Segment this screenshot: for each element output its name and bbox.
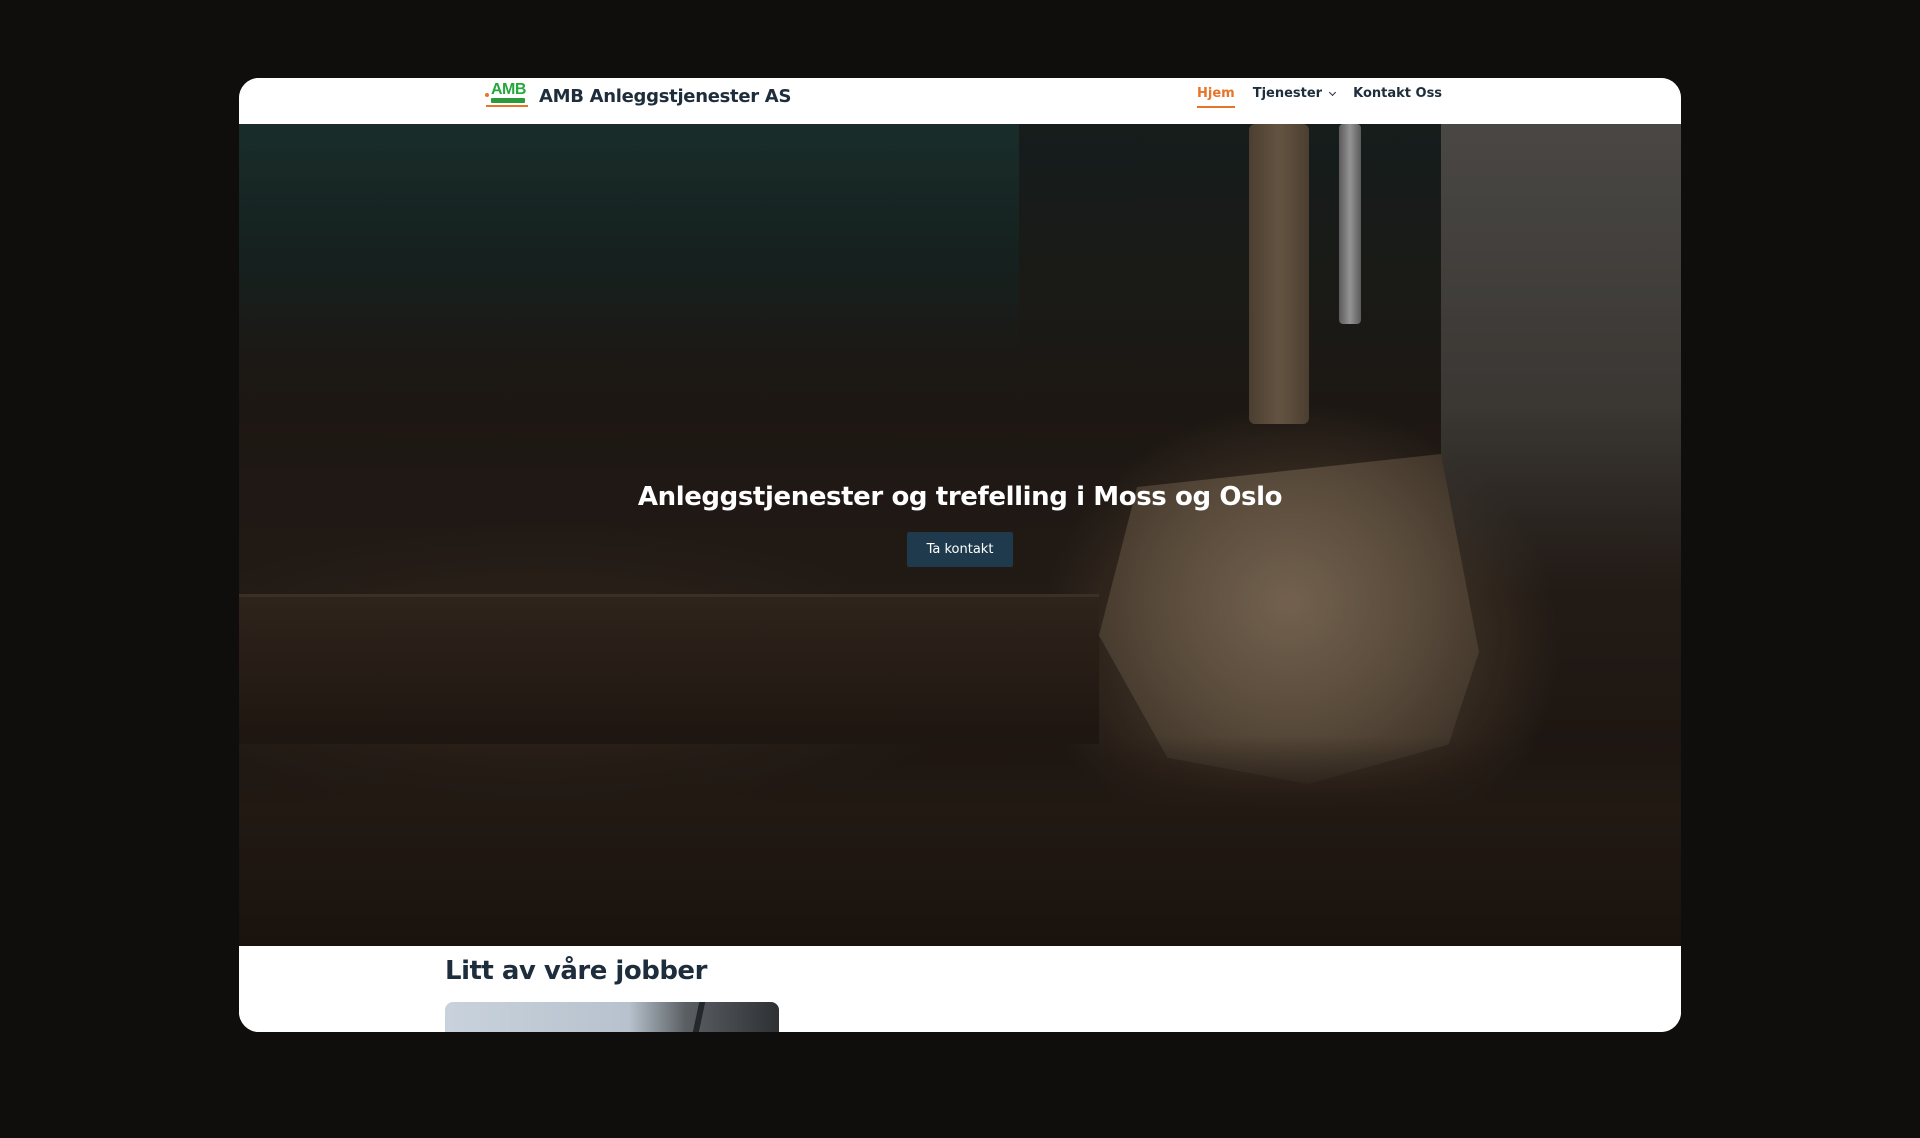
nav-item-home-label: Hjem bbox=[1197, 86, 1235, 101]
job-card-image[interactable] bbox=[445, 1002, 779, 1032]
brand[interactable]: AMB AMB Anleggstjenester AS bbox=[485, 81, 791, 111]
jobs-title: Litt av våre jobber bbox=[445, 956, 707, 986]
nav-item-services[interactable]: Tjenester bbox=[1252, 86, 1337, 106]
nav-item-home[interactable]: Hjem bbox=[1197, 86, 1235, 108]
contact-button[interactable]: Ta kontakt bbox=[906, 532, 1014, 567]
logo-underline bbox=[486, 105, 528, 107]
jobs-section: Litt av våre jobber bbox=[239, 946, 1681, 1032]
hero-title: Anleggstjenester og trefelling i Moss og… bbox=[637, 482, 1283, 512]
logo-dot bbox=[485, 93, 489, 97]
logo-subline bbox=[491, 98, 525, 103]
nav-item-contact-label: Kontakt Oss bbox=[1353, 86, 1443, 101]
chevron-down-icon bbox=[1329, 88, 1337, 96]
hero-section: Anleggstjenester og trefelling i Moss og… bbox=[239, 124, 1681, 946]
main-nav: Hjem Tjenester Kontakt Oss bbox=[1197, 86, 1442, 108]
hero-content: Anleggstjenester og trefelling i Moss og… bbox=[239, 482, 1681, 567]
company-logo: AMB bbox=[485, 81, 529, 111]
nav-item-contact[interactable]: Kontakt Oss bbox=[1353, 86, 1442, 106]
logo-text: AMB bbox=[491, 81, 526, 98]
site-header: AMB AMB Anleggstjenester AS Hjem Tjenest… bbox=[239, 78, 1681, 124]
browser-frame: AMB AMB Anleggstjenester AS Hjem Tjenest… bbox=[239, 78, 1681, 1032]
nav-item-services-label: Tjenester bbox=[1252, 86, 1323, 101]
brand-name: AMB Anleggstjenester AS bbox=[539, 85, 792, 107]
